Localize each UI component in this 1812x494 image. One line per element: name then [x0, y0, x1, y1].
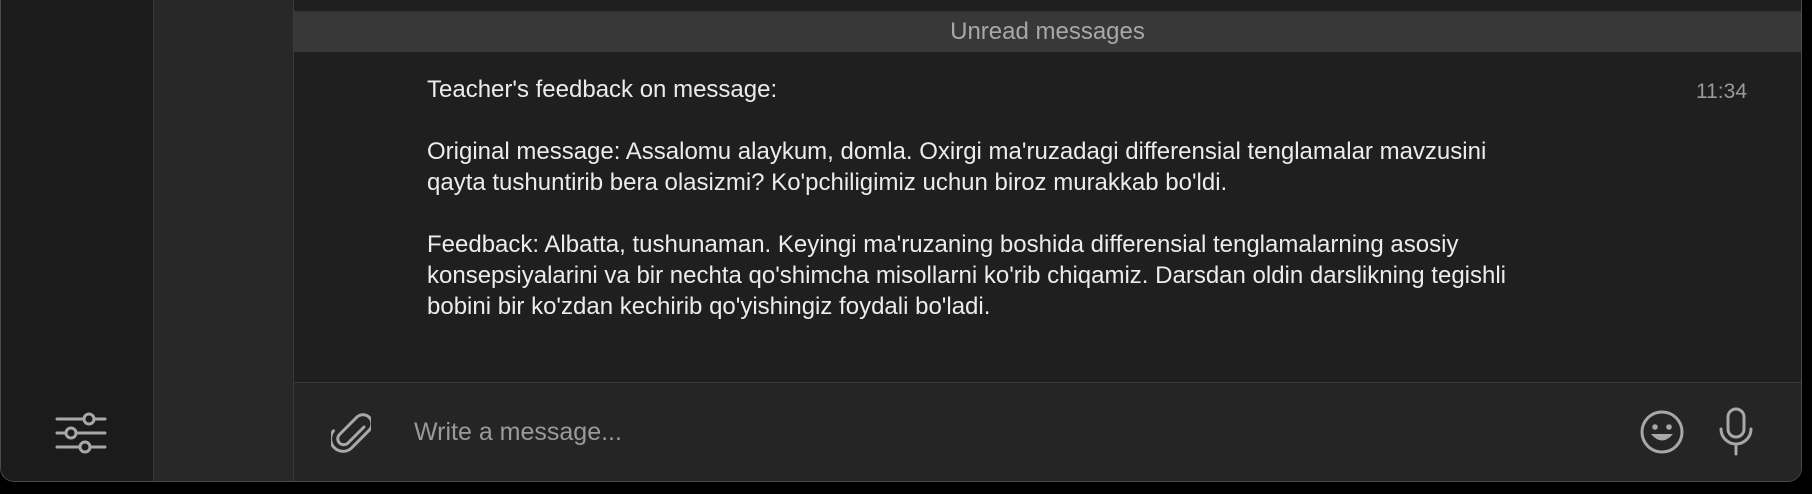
message-original-text: Original message: Assalomu alaykum, doml…: [427, 138, 1487, 196]
message-timestamp: 11:34: [1696, 80, 1747, 103]
filter-settings-button[interactable]: [53, 405, 109, 461]
app-window: Unread messages Teacher's feedback on me…: [0, 0, 1802, 482]
message-bubble[interactable]: Teacher's feedback on message: Original …: [427, 74, 1547, 353]
folders-sidebar: [1, 0, 154, 481]
paperclip-icon: [331, 413, 371, 453]
chat-list-panel: [154, 0, 294, 481]
voice-message-button[interactable]: [1711, 405, 1761, 459]
microphone-icon: [1719, 407, 1753, 456]
unread-messages-separator: Unread messages: [294, 12, 1801, 52]
chat-area: Unread messages Teacher's feedback on me…: [294, 0, 1801, 481]
smiley-icon: [1640, 410, 1684, 454]
sliders-icon: [55, 412, 107, 454]
message-title: Teacher's feedback on message:: [427, 76, 778, 103]
attach-button[interactable]: [326, 407, 376, 457]
message-input[interactable]: [412, 403, 1416, 461]
emoji-button[interactable]: [1637, 407, 1687, 457]
message-feedback-text: Feedback: Albatta, tushunaman. Keyingi m…: [427, 231, 1507, 320]
message-composer: [294, 382, 1801, 481]
